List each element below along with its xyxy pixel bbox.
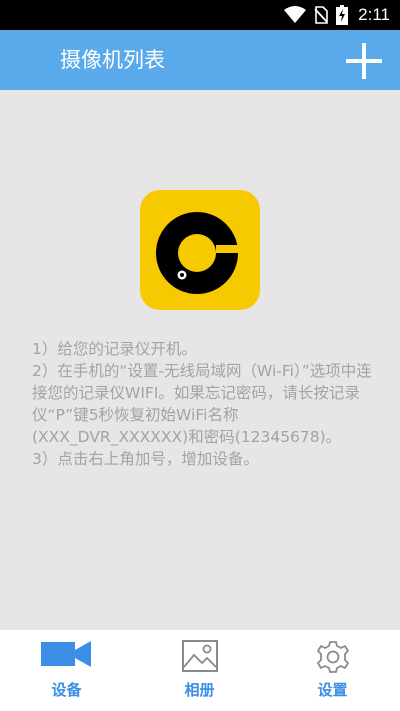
gear-icon bbox=[316, 641, 349, 673]
instruction-step-1: 1）给您的记录仪开机。 bbox=[32, 340, 197, 358]
bottom-nav: 设备 相册 设置 bbox=[0, 630, 400, 711]
tab-devices[interactable]: 设备 bbox=[0, 630, 133, 711]
no-sim-icon bbox=[314, 6, 328, 24]
instruction-step-2: 2）在手机的“设置-无线局域网（Wi-Fi）”选项中连接您的记录仪WIFI。如果… bbox=[32, 362, 372, 446]
tab-album-label: 相册 bbox=[184, 681, 215, 699]
battery-charging-icon bbox=[336, 5, 349, 25]
tab-settings-label: 设置 bbox=[317, 681, 348, 699]
app-logo bbox=[140, 190, 260, 310]
main-content: 1）给您的记录仪开机。 2）在手机的“设置-无线局域网（Wi-Fi）”选项中连接… bbox=[0, 90, 400, 630]
app-bar: 摄像机列表 bbox=[0, 30, 400, 90]
tab-album[interactable]: 相册 bbox=[133, 630, 266, 711]
page-title: 摄像机列表 bbox=[60, 48, 165, 72]
image-icon bbox=[181, 640, 218, 672]
tab-devices-label: 设备 bbox=[51, 681, 82, 699]
tab-settings[interactable]: 设置 bbox=[266, 630, 399, 711]
status-icons: 2:11 bbox=[284, 0, 390, 30]
add-camera-button[interactable] bbox=[346, 43, 382, 79]
instruction-step-3: 3）点击右上角加号，增加设备。 bbox=[32, 450, 259, 468]
status-bar: 2:11 bbox=[0, 0, 400, 30]
instructions: 1）给您的记录仪开机。 2）在手机的“设置-无线局域网（Wi-Fi）”选项中连接… bbox=[32, 338, 377, 470]
wifi-icon bbox=[284, 6, 307, 23]
status-time: 2:11 bbox=[358, 5, 390, 24]
video-camera-icon bbox=[40, 641, 91, 667]
